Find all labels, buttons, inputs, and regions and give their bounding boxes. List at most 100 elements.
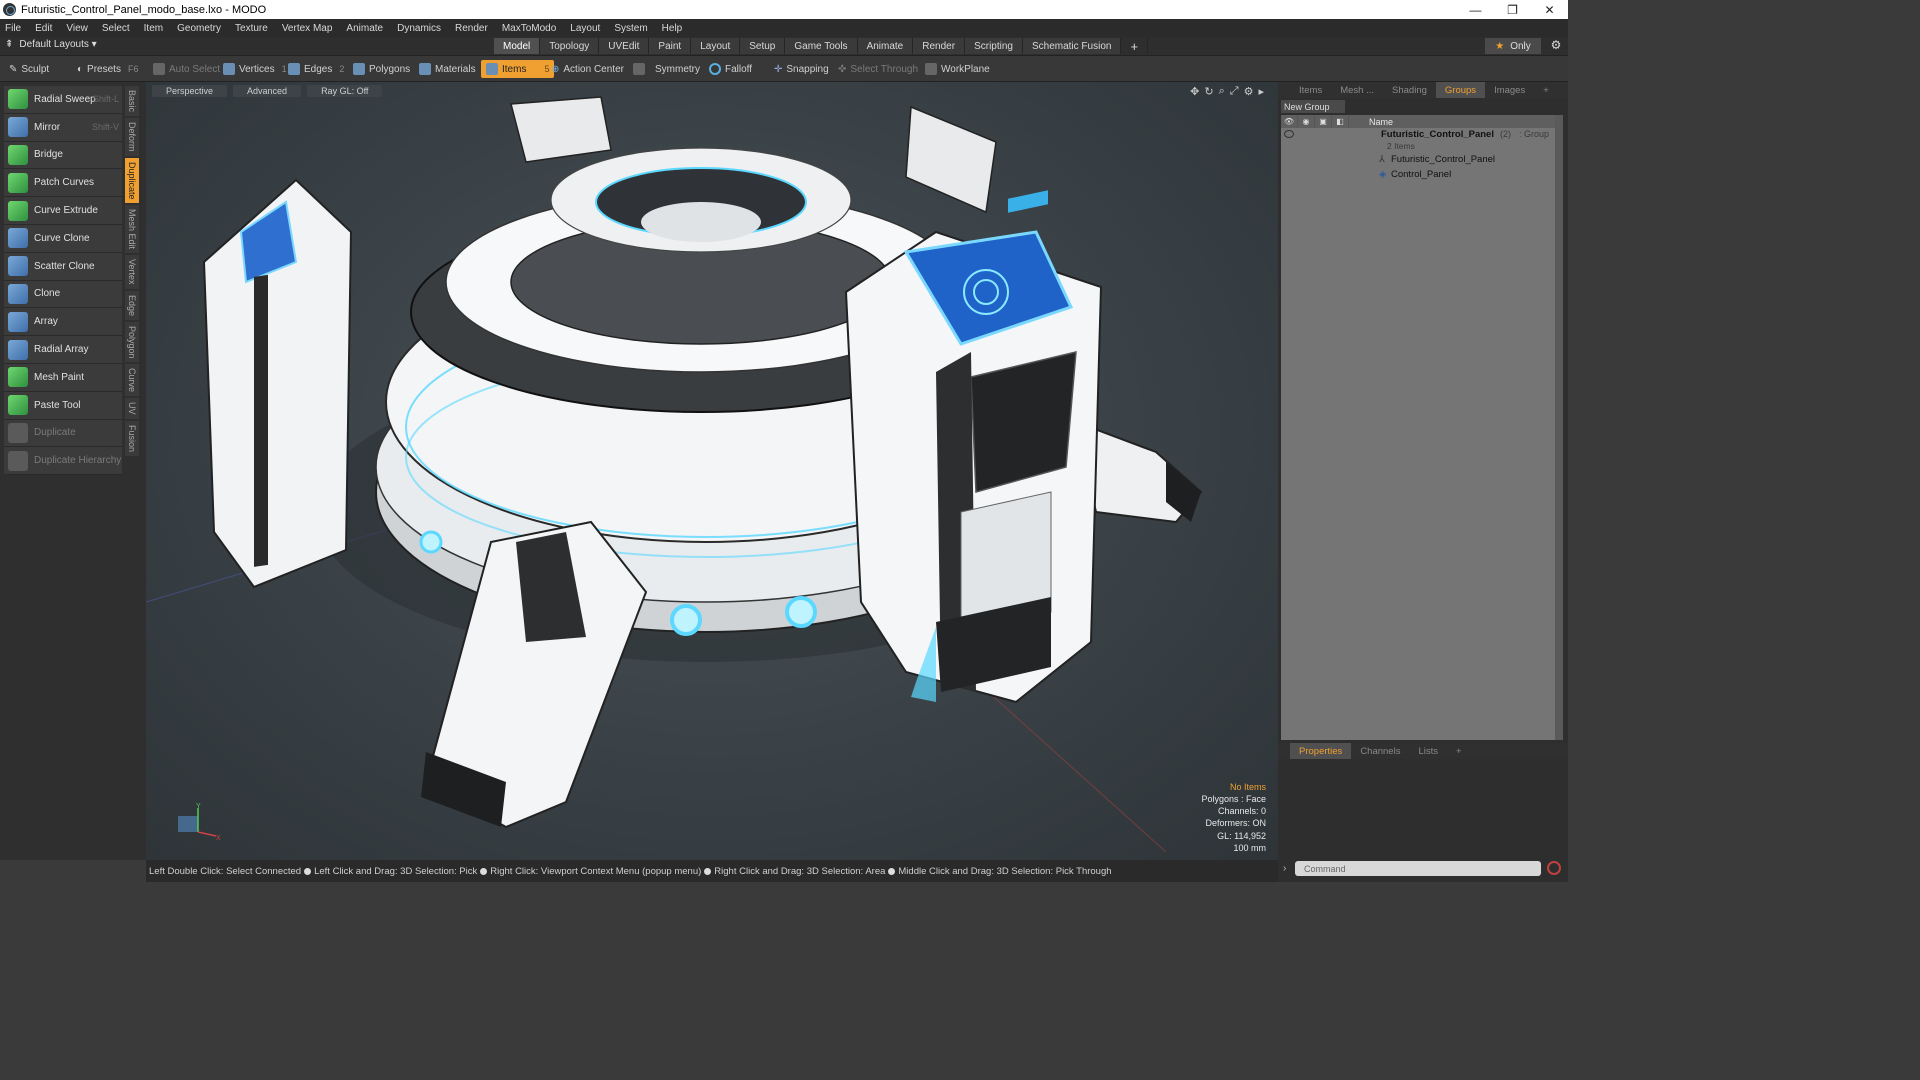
vtab-duplicate[interactable]: Duplicate — [125, 157, 139, 204]
radial-array-tool[interactable]: Radial Array — [4, 336, 122, 364]
close-button[interactable]: ✕ — [1531, 0, 1568, 19]
clone-tool[interactable]: Clone — [4, 280, 122, 309]
snapping-button[interactable]: ✛ Snapping — [769, 60, 834, 78]
auto-select-button[interactable]: Auto Select — [148, 60, 225, 78]
tab-animate[interactable]: Animate — [857, 38, 914, 54]
eye-icon[interactable] — [1284, 130, 1294, 138]
menu-texture[interactable]: Texture — [235, 23, 268, 34]
vtab-deform[interactable]: Deform — [125, 118, 139, 156]
menu-view[interactable]: View — [66, 23, 88, 34]
minimize-button[interactable]: — — [1457, 0, 1494, 19]
tab-groups[interactable]: Groups — [1435, 82, 1486, 98]
mirror-tool[interactable]: Mirror Shift-V — [4, 113, 122, 142]
symmetry-button[interactable]: Symmetry — [628, 60, 705, 78]
tab-paint[interactable]: Paint — [649, 38, 692, 54]
groups-scrollbar[interactable] — [1555, 115, 1563, 740]
menu-vertex-map[interactable]: Vertex Map — [282, 23, 333, 34]
select-column-icon[interactable]: ◧ — [1332, 115, 1349, 128]
vtab-edge[interactable]: Edge — [125, 290, 139, 320]
only-toggle[interactable]: ★ Only — [1485, 38, 1541, 54]
zoom-icon[interactable]: ⌕ — [1219, 85, 1225, 98]
tab-model[interactable]: Model — [494, 38, 541, 54]
tab-topology[interactable]: Topology — [540, 38, 600, 54]
vtab-uv[interactable]: UV — [125, 398, 139, 419]
menu-layout[interactable]: Layout — [570, 23, 600, 34]
curve-clone-tool[interactable]: Curve Clone — [4, 224, 122, 253]
array-tool[interactable]: Array — [4, 308, 122, 337]
3d-viewport[interactable]: Perspective Advanced Ray GL: Off ✥ ↻ ⌕ ⤢… — [146, 82, 1278, 860]
menu-render[interactable]: Render — [455, 23, 488, 34]
menu-maxtomodo[interactable]: MaxToModo — [502, 23, 556, 34]
menu-item[interactable]: Item — [144, 23, 163, 34]
bridge-tool[interactable]: Bridge — [4, 141, 122, 170]
list-item[interactable]: ⅄ Futuristic_Control_Panel — [1281, 153, 1555, 168]
name-column-header[interactable]: Name — [1359, 117, 1393, 127]
shading-mode-dropdown[interactable]: Advanced — [233, 85, 302, 97]
stop-icon[interactable] — [1547, 861, 1561, 875]
render-column-icon[interactable]: ◉ — [1298, 115, 1315, 128]
rotate-icon[interactable]: ↻ — [1204, 85, 1213, 98]
maximize-icon[interactable]: ⤢ — [1230, 85, 1239, 98]
edges-button[interactable]: Edges 2 — [283, 60, 349, 78]
viewport-settings-icon[interactable]: ⚙ — [1244, 85, 1254, 98]
menu-help[interactable]: Help — [662, 23, 683, 34]
menu-file[interactable]: File — [5, 23, 21, 34]
tab-render[interactable]: Render — [913, 38, 966, 54]
vtab-polygon[interactable]: Polygon — [125, 321, 139, 363]
vtab-curve[interactable]: Curve — [125, 364, 139, 397]
tab-scripting[interactable]: Scripting — [965, 38, 1023, 54]
polygons-button[interactable]: Polygons — [348, 60, 415, 78]
duplicate-tool[interactable]: Duplicate — [4, 419, 122, 448]
tab-shading[interactable]: Shading — [1383, 82, 1436, 98]
menu-edit[interactable]: Edit — [35, 23, 52, 34]
list-item[interactable]: ◈ Control_Panel — [1281, 168, 1555, 183]
sculpt-button[interactable]: ✎ Sculpt — [4, 60, 54, 78]
gear-icon[interactable]: ⚙ — [1548, 38, 1564, 54]
view-mode-dropdown[interactable]: Perspective — [152, 85, 228, 97]
menu-system[interactable]: System — [614, 23, 647, 34]
raygl-toggle[interactable]: Ray GL: Off — [307, 85, 383, 97]
add-properties-tab-button[interactable]: + — [1447, 743, 1471, 759]
vtab-fusion[interactable]: Fusion — [125, 420, 139, 456]
falloff-button[interactable]: Falloff — [704, 60, 757, 78]
select-through-button[interactable]: ✜ Select Through — [833, 60, 923, 78]
layout-selector[interactable]: ⇞ Default Layouts ▾ — [5, 39, 97, 50]
menu-geometry[interactable]: Geometry — [177, 23, 221, 34]
add-tab-button[interactable]: + — [1121, 38, 1149, 54]
menu-dynamics[interactable]: Dynamics — [397, 23, 441, 34]
radial-sweep-tool[interactable]: Radial Sweep Shift-L — [4, 86, 122, 114]
tab-uvedit[interactable]: UVEdit — [599, 38, 650, 54]
menu-animate[interactable]: Animate — [346, 23, 383, 34]
presets-button[interactable]: ◐ Presets F6 — [72, 60, 143, 78]
lock-column-icon[interactable]: ▣ — [1315, 115, 1332, 128]
mesh-paint-tool[interactable]: Mesh Paint — [4, 363, 122, 392]
duplicate-hierarchy-tool[interactable]: Duplicate Hierarchy — [4, 447, 122, 476]
tab-setup[interactable]: Setup — [740, 38, 786, 54]
tab-schematic-fusion[interactable]: Schematic Fusion — [1022, 38, 1122, 54]
menu-select[interactable]: Select — [102, 23, 130, 34]
tab-lists[interactable]: Lists — [1409, 743, 1447, 759]
workplane-button[interactable]: WorkPlane — [920, 60, 995, 78]
items-button[interactable]: Items 5 — [481, 60, 555, 78]
vertices-button[interactable]: Vertices 1 — [218, 60, 292, 78]
vtab-mesh-edit[interactable]: Mesh Edit — [125, 205, 139, 254]
tab-images[interactable]: Images — [1485, 82, 1534, 98]
materials-button[interactable]: Materials — [414, 60, 481, 78]
command-input[interactable]: Command — [1295, 861, 1541, 876]
tab-channels[interactable]: Channels — [1351, 743, 1409, 759]
vtab-basic[interactable]: Basic — [125, 86, 139, 117]
tab-layout[interactable]: Layout — [691, 38, 741, 54]
tab-mesh[interactable]: Mesh ... — [1331, 82, 1383, 98]
add-panel-tab-button[interactable]: + — [1534, 82, 1558, 98]
tab-game-tools[interactable]: Game Tools — [785, 38, 858, 54]
pan-icon[interactable]: ✥ — [1190, 85, 1199, 98]
curve-extrude-tool[interactable]: Curve Extrude — [4, 197, 122, 225]
viewport-menu-arrow-icon[interactable]: ▸ — [1258, 85, 1264, 98]
scatter-clone-tool[interactable]: Scatter Clone — [4, 252, 122, 281]
patch-curves-tool[interactable]: Patch Curves — [4, 169, 122, 198]
restore-button[interactable]: ❐ — [1494, 0, 1531, 19]
visibility-column-icon[interactable]: 👁 — [1281, 115, 1298, 128]
tab-items[interactable]: Items — [1290, 82, 1331, 98]
tab-properties[interactable]: Properties — [1290, 743, 1352, 759]
vtab-vertex[interactable]: Vertex — [125, 255, 139, 289]
